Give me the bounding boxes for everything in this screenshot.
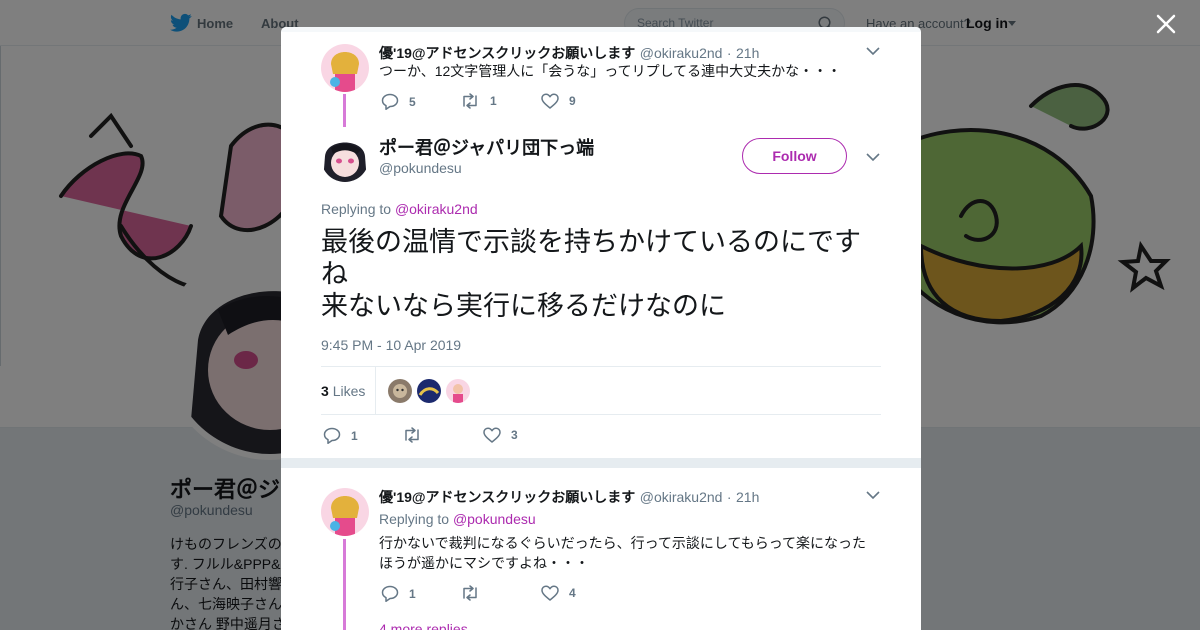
avatar-image [446, 379, 470, 403]
reply-icon [381, 585, 399, 602]
retweet-icon [463, 93, 477, 109]
reply-icon [323, 427, 341, 444]
liker-avatar[interactable] [417, 379, 441, 403]
chevron-down-icon[interactable] [866, 46, 880, 56]
reply-tweet-text-line: ほうが遥かにマシですよね・・・ [379, 555, 589, 571]
like-count: 3 [511, 428, 518, 442]
likes-stat-number: 3 [321, 383, 329, 399]
close-icon[interactable] [1155, 13, 1177, 35]
reply-tweet-header: 優'19@アドセンスクリックお願いします @okiraku2nd · 21h [379, 487, 759, 507]
reply-count: 5 [409, 94, 416, 109]
retweet-button[interactable]: 1 [460, 93, 497, 109]
like-button[interactable]: 4 [541, 585, 576, 601]
reply-count: 1 [351, 428, 358, 443]
main-tweet-text-line: 来ないなら実行に移るだけなのに [321, 291, 726, 321]
chevron-down-icon[interactable] [866, 490, 880, 500]
replying-to: Replying to @pokundesu [379, 511, 536, 527]
like-button[interactable]: 9 [541, 93, 576, 109]
heart-icon [541, 93, 559, 109]
replying-to-prefix: Replying to [379, 511, 450, 527]
more-replies-link[interactable]: 4 more replies [379, 621, 468, 630]
parent-tweet-text: つーか、12文字管理人に「会うな」ってリプしてる連中大丈夫かな・・・ [379, 63, 842, 79]
likes-stat[interactable]: 3 Likes [321, 383, 365, 399]
modal-top-edge [281, 27, 921, 32]
heart-icon [541, 585, 559, 601]
tweet-author-name[interactable]: 優'19@アドセンスクリックお願いします [379, 45, 635, 61]
reply-tweet-text-line: 行かないで裁判になるぐらいだったら、行って示談にしてもらって楽になった [379, 535, 867, 551]
avatar-image [321, 134, 369, 182]
reply-button[interactable]: 1 [381, 585, 416, 602]
main-tweet-text-line: 最後の温情で示談を持ちかけているのにですね [321, 227, 861, 289]
reply-button[interactable]: 5 [381, 93, 416, 110]
chevron-down-icon[interactable] [866, 152, 880, 162]
avatar-image [388, 379, 412, 403]
tweet-permalink-modal: 優'19@アドセンスクリックお願いします @okiraku2nd · 21h つ… [281, 27, 921, 630]
replying-to-link[interactable]: @okiraku2nd [395, 201, 478, 217]
main-tweet-author-handle[interactable]: @pokundesu [379, 160, 462, 176]
retweet-icon [405, 427, 419, 443]
reply-tweet-text: 行かないで裁判になるぐらいだったら、行って示談にしてもらって楽になった ほうが遥… [379, 533, 879, 573]
follow-button[interactable]: Follow [742, 138, 847, 174]
tweet-timestamp[interactable]: 9:45 PM - 10 Apr 2019 [321, 337, 461, 353]
tweet-time[interactable]: 21h [736, 45, 759, 61]
like-count: 4 [569, 586, 576, 600]
like-count: 9 [569, 94, 576, 108]
likes-stat-label: Likes [332, 383, 366, 399]
main-tweet-avatar[interactable] [321, 134, 369, 182]
liker-avatar[interactable] [446, 379, 470, 403]
tweet-time[interactable]: 21h [736, 489, 759, 505]
replying-to-prefix: Replying to [321, 201, 392, 217]
main-tweet-author-name[interactable]: ポー君＠ジャパリ団下っ端 [379, 134, 594, 160]
reply-tweet-avatar[interactable] [321, 488, 369, 536]
tweet-author-handle[interactable]: @okiraku2nd [640, 45, 723, 61]
liker-avatar[interactable] [388, 379, 412, 403]
avatar-image [417, 379, 441, 403]
heart-icon [483, 427, 501, 443]
replies-divider [281, 458, 921, 468]
stats-divider [375, 367, 376, 414]
parent-tweet-header: 優'19@アドセンスクリックお願いします @okiraku2nd · 21h [379, 43, 759, 63]
replying-to-link[interactable]: @pokundesu [453, 511, 536, 527]
reply-icon [381, 93, 399, 110]
retweet-count: 1 [490, 94, 497, 108]
reply-count: 1 [409, 586, 416, 601]
tweet-author-handle[interactable]: @okiraku2nd [640, 489, 723, 505]
avatar-image [321, 488, 369, 536]
reply-button[interactable]: 1 [323, 427, 358, 444]
avatar-image [321, 44, 369, 92]
retweet-button[interactable] [402, 427, 432, 443]
like-button[interactable]: 3 [483, 427, 518, 443]
tweet-stats: 3 Likes [321, 366, 881, 415]
main-tweet-text: 最後の温情で示談を持ちかけているのにですね 来ないなら実行に移るだけなのに [321, 226, 886, 322]
parent-tweet-avatar[interactable] [321, 44, 369, 92]
separator-dot: · [726, 489, 732, 505]
retweet-icon [463, 585, 477, 601]
thread-connector-line [343, 539, 346, 630]
replying-to: Replying to @okiraku2nd [321, 201, 478, 217]
separator-dot: · [726, 45, 732, 61]
retweet-button[interactable] [460, 585, 490, 601]
tweet-author-name[interactable]: 優'19@アドセンスクリックお願いします [379, 489, 635, 505]
thread-connector-line [343, 94, 346, 127]
